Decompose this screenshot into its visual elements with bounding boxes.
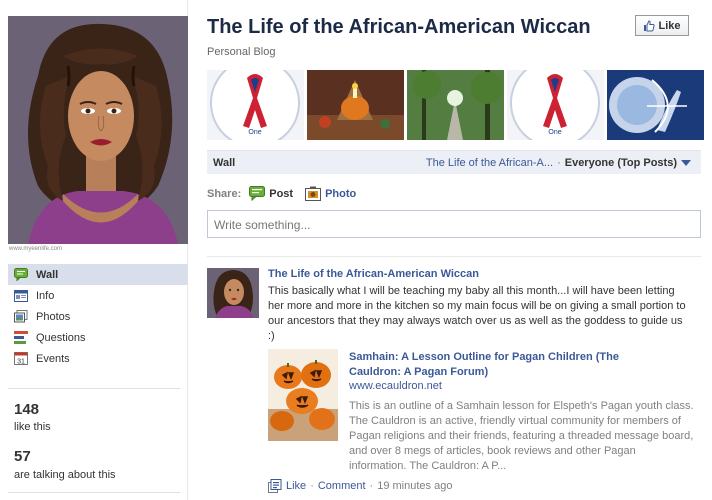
- post-timestamp[interactable]: 19 minutes ago: [377, 480, 452, 492]
- talking-count: 57: [14, 448, 31, 465]
- wall-filter-page-link[interactable]: The Life of the African-A...: [426, 157, 553, 169]
- info-icon: [14, 289, 28, 302]
- share-bar: Share: Post Photo: [207, 186, 368, 201]
- nav-item-info[interactable]: Info: [8, 285, 188, 306]
- post-author-avatar[interactable]: [207, 268, 259, 318]
- events-icon-text: 31: [17, 359, 25, 366]
- wall-icon: [14, 268, 28, 281]
- post-footer: Like · Comment · 19 minutes ago: [268, 479, 452, 493]
- post-icon: [249, 186, 266, 201]
- nav-item-label: Photos: [36, 310, 71, 323]
- ribbon-text: One: [248, 129, 261, 136]
- nav-item-events[interactable]: 31 Events: [8, 348, 188, 369]
- comment-link[interactable]: Comment: [318, 480, 366, 492]
- share-label: Share:: [207, 187, 242, 200]
- photo-thumbnail-ribbon-2[interactable]: One: [507, 70, 604, 140]
- photo-thumbnail-forest[interactable]: [407, 70, 504, 140]
- photo-thumbnail-altar[interactable]: [307, 70, 404, 140]
- likes-count: 148: [14, 401, 40, 418]
- status-composer-input[interactable]: Write something...: [207, 210, 701, 238]
- divider: [207, 256, 701, 257]
- left-column: www.myeenlife.com Wall Info Photos Quest…: [0, 0, 188, 500]
- nav-item-label: Info: [36, 289, 55, 302]
- page-title: The Life of the African-American Wiccan: [207, 16, 591, 38]
- photo-strip: One One: [207, 70, 704, 140]
- watermark-text: www.myeenlife.com: [9, 246, 63, 252]
- filter-separator: ·: [557, 156, 561, 169]
- ribbon-text: One: [548, 129, 561, 136]
- attachment-description: This is an outline of a Samhain lesson f…: [349, 400, 694, 472]
- wall-filter: The Life of the African-A... · Everyone …: [426, 157, 691, 169]
- like-button-label: Like: [658, 19, 681, 32]
- footer-separator: ·: [310, 480, 314, 492]
- attachment-title-link[interactable]: Samhain: A Lesson Outline for Pagan Chil…: [349, 350, 669, 380]
- questions-icon: [14, 331, 28, 344]
- wall-label: Wall: [213, 156, 236, 169]
- photo-thumbnail-archer[interactable]: [607, 70, 704, 140]
- post-author-link[interactable]: The Life of the African-American Wiccan: [268, 268, 479, 280]
- nav-item-label: Wall: [36, 268, 59, 281]
- divider: [8, 492, 180, 493]
- nav-item-label: Questions: [36, 331, 86, 344]
- post-message: This basically what I will be teaching m…: [268, 285, 686, 342]
- share-photo-tab[interactable]: Photo: [305, 186, 356, 201]
- talking-label: are talking about this: [14, 469, 116, 481]
- nav-item-label: Events: [36, 352, 70, 365]
- wall-filter-dropdown[interactable]: Everyone (Top Posts): [565, 157, 677, 169]
- events-icon: 31: [14, 352, 28, 365]
- page-category: Personal Blog: [207, 46, 276, 58]
- photos-icon: [14, 310, 28, 323]
- share-post-tab[interactable]: Post: [249, 186, 293, 201]
- left-nav: Wall Info Photos Questions 31 Events: [8, 264, 188, 369]
- share-photo-label: Photo: [325, 187, 357, 200]
- footer-separator: ·: [369, 480, 374, 492]
- like-page-button[interactable]: Like: [635, 15, 689, 36]
- attachment-thumbnail[interactable]: [268, 349, 338, 441]
- likes-label: like this: [14, 421, 51, 433]
- like-post-link[interactable]: Like: [286, 480, 306, 492]
- profile-picture[interactable]: [8, 16, 188, 244]
- camera-icon: [305, 186, 322, 201]
- thumbs-up-icon: [644, 19, 656, 31]
- attachment-url-link[interactable]: www.ecauldron.net: [349, 380, 442, 392]
- wall-filter-bar: Wall The Life of the African-A... · Ever…: [207, 150, 701, 174]
- nav-item-photos[interactable]: Photos: [8, 306, 188, 327]
- photo-thumbnail-ribbon[interactable]: One: [207, 70, 304, 140]
- nav-item-questions[interactable]: Questions: [8, 327, 188, 348]
- nav-item-wall[interactable]: Wall: [8, 264, 188, 285]
- link-share-icon: [268, 479, 282, 493]
- divider: [8, 388, 180, 389]
- share-post-label: Post: [269, 187, 294, 200]
- chevron-down-icon[interactable]: [681, 159, 691, 166]
